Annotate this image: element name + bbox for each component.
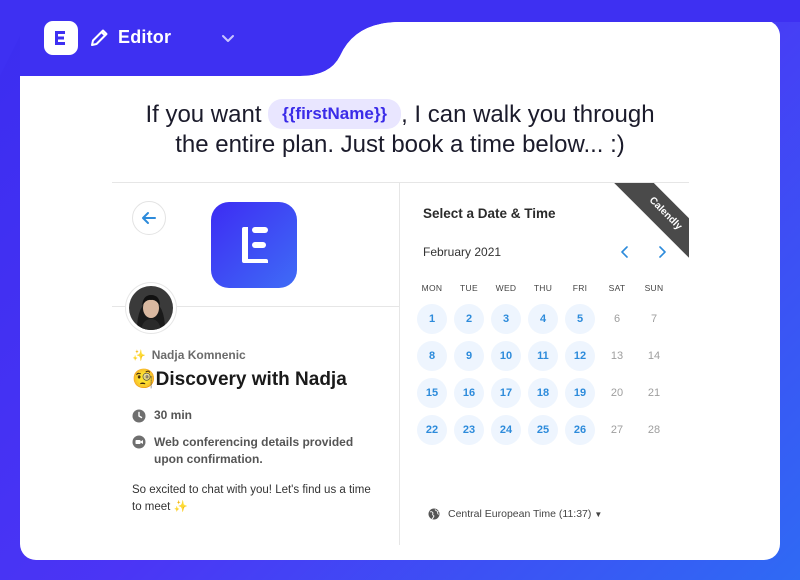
calendar-day-available[interactable]: 3 [491,304,521,334]
message-text-line2: the entire plan. Just book a time below.… [175,131,625,158]
calendar-day-available[interactable]: 4 [528,304,558,334]
calendar-day-available[interactable]: 19 [565,378,595,408]
calendar-day-unavailable: 27 [610,424,624,436]
personal-message: If you want {{firstName}}, I can walk yo… [100,99,700,160]
calendar-day-available[interactable]: 12 [565,341,595,371]
scheduling-widget: ✨ Nadja Komnenic 🧐Discovery with Nadja 30… [112,182,689,545]
calendar-day-unavailable: 13 [610,350,624,362]
calendar-day-available[interactable]: 17 [491,378,521,408]
calendar-day-available[interactable]: 11 [528,341,558,371]
calendar-day-available[interactable]: 22 [417,415,447,445]
conferencing-row: Web conferencing details provided upon c… [132,434,377,468]
calendar-day-unavailable: 6 [613,313,621,325]
host-name: ✨ Nadja Komnenic [132,348,246,362]
select-date-heading: Select a Date & Time [423,206,556,221]
weekday-label: TUE [460,283,478,293]
back-button[interactable] [132,201,166,235]
brand-logo [211,202,297,288]
calendar-day-unavailable: 14 [647,350,661,362]
letter-e-logo-icon[interactable] [44,21,78,55]
calendar-day-available[interactable]: 9 [454,341,484,371]
weekday-label: FRI [572,283,588,293]
timezone-label: Central European Time (11:37) [448,508,592,520]
weekday-label: MON [421,283,443,293]
pencil-icon[interactable] [88,27,110,49]
month-label: February 2021 [423,245,502,259]
calendar-day-available[interactable]: 18 [528,378,558,408]
calendar-day-available[interactable]: 1 [417,304,447,334]
previous-month-button[interactable] [619,245,631,259]
timezone-selector[interactable]: Central European Time (11:37) ▼ [428,508,602,520]
editor-toolbar: Editor [0,0,300,76]
weekday-label: WED [495,283,517,293]
video-camera-icon [132,435,146,449]
calendar-day-unavailable: 7 [650,313,658,325]
first-name-variable-chip[interactable]: {{firstName}} [268,99,402,129]
event-description: So excited to chat with you! Let's find … [132,484,371,513]
calendar-day-available[interactable]: 2 [454,304,484,334]
calendar-day-available[interactable]: 5 [565,304,595,334]
duration-row: 30 min [132,408,192,423]
weekday-label: SUN [644,283,664,293]
duration-text: 30 min [154,408,193,422]
calendar-day-available[interactable]: 8 [417,341,447,371]
calendar-day-unavailable: 21 [647,387,661,399]
calendar-day-available[interactable]: 16 [454,378,484,408]
calendar-day-available[interactable]: 15 [417,378,447,408]
editor-title: Editor [118,27,172,47]
calendar-day-available[interactable]: 24 [491,415,521,445]
next-month-button[interactable] [656,245,668,259]
calendar-day-unavailable: 28 [647,424,661,436]
caret-down-icon: ▼ [594,509,603,519]
calendar-day-available[interactable]: 10 [491,341,521,371]
weekday-label: THU [533,283,553,293]
message-text-before: If you want [145,101,269,128]
globe-icon [428,508,440,520]
clock-icon [132,409,146,423]
calendar-day-available[interactable]: 25 [528,415,558,445]
arrow-left-icon [142,212,156,224]
calendar-day-available[interactable]: 23 [454,415,484,445]
calendar-day-unavailable: 20 [610,387,624,399]
avatar [126,283,176,333]
weekday-label: SAT [608,283,626,293]
date-time-pane: Select a Date & Time POWERED BY Calendly… [399,182,689,545]
conferencing-text: Web conferencing details provided upon c… [154,435,354,466]
chevron-down-icon[interactable] [220,30,236,46]
message-text-after: , I can walk you through [401,101,655,128]
event-details-pane: ✨ Nadja Komnenic 🧐Discovery with Nadja 30… [112,182,399,545]
sparkle-icon: ✨ [132,350,146,362]
calendar-day-available[interactable]: 26 [565,415,595,445]
letter-e-logo-icon [242,227,268,263]
event-title: 🧐Discovery with Nadja [132,369,347,390]
